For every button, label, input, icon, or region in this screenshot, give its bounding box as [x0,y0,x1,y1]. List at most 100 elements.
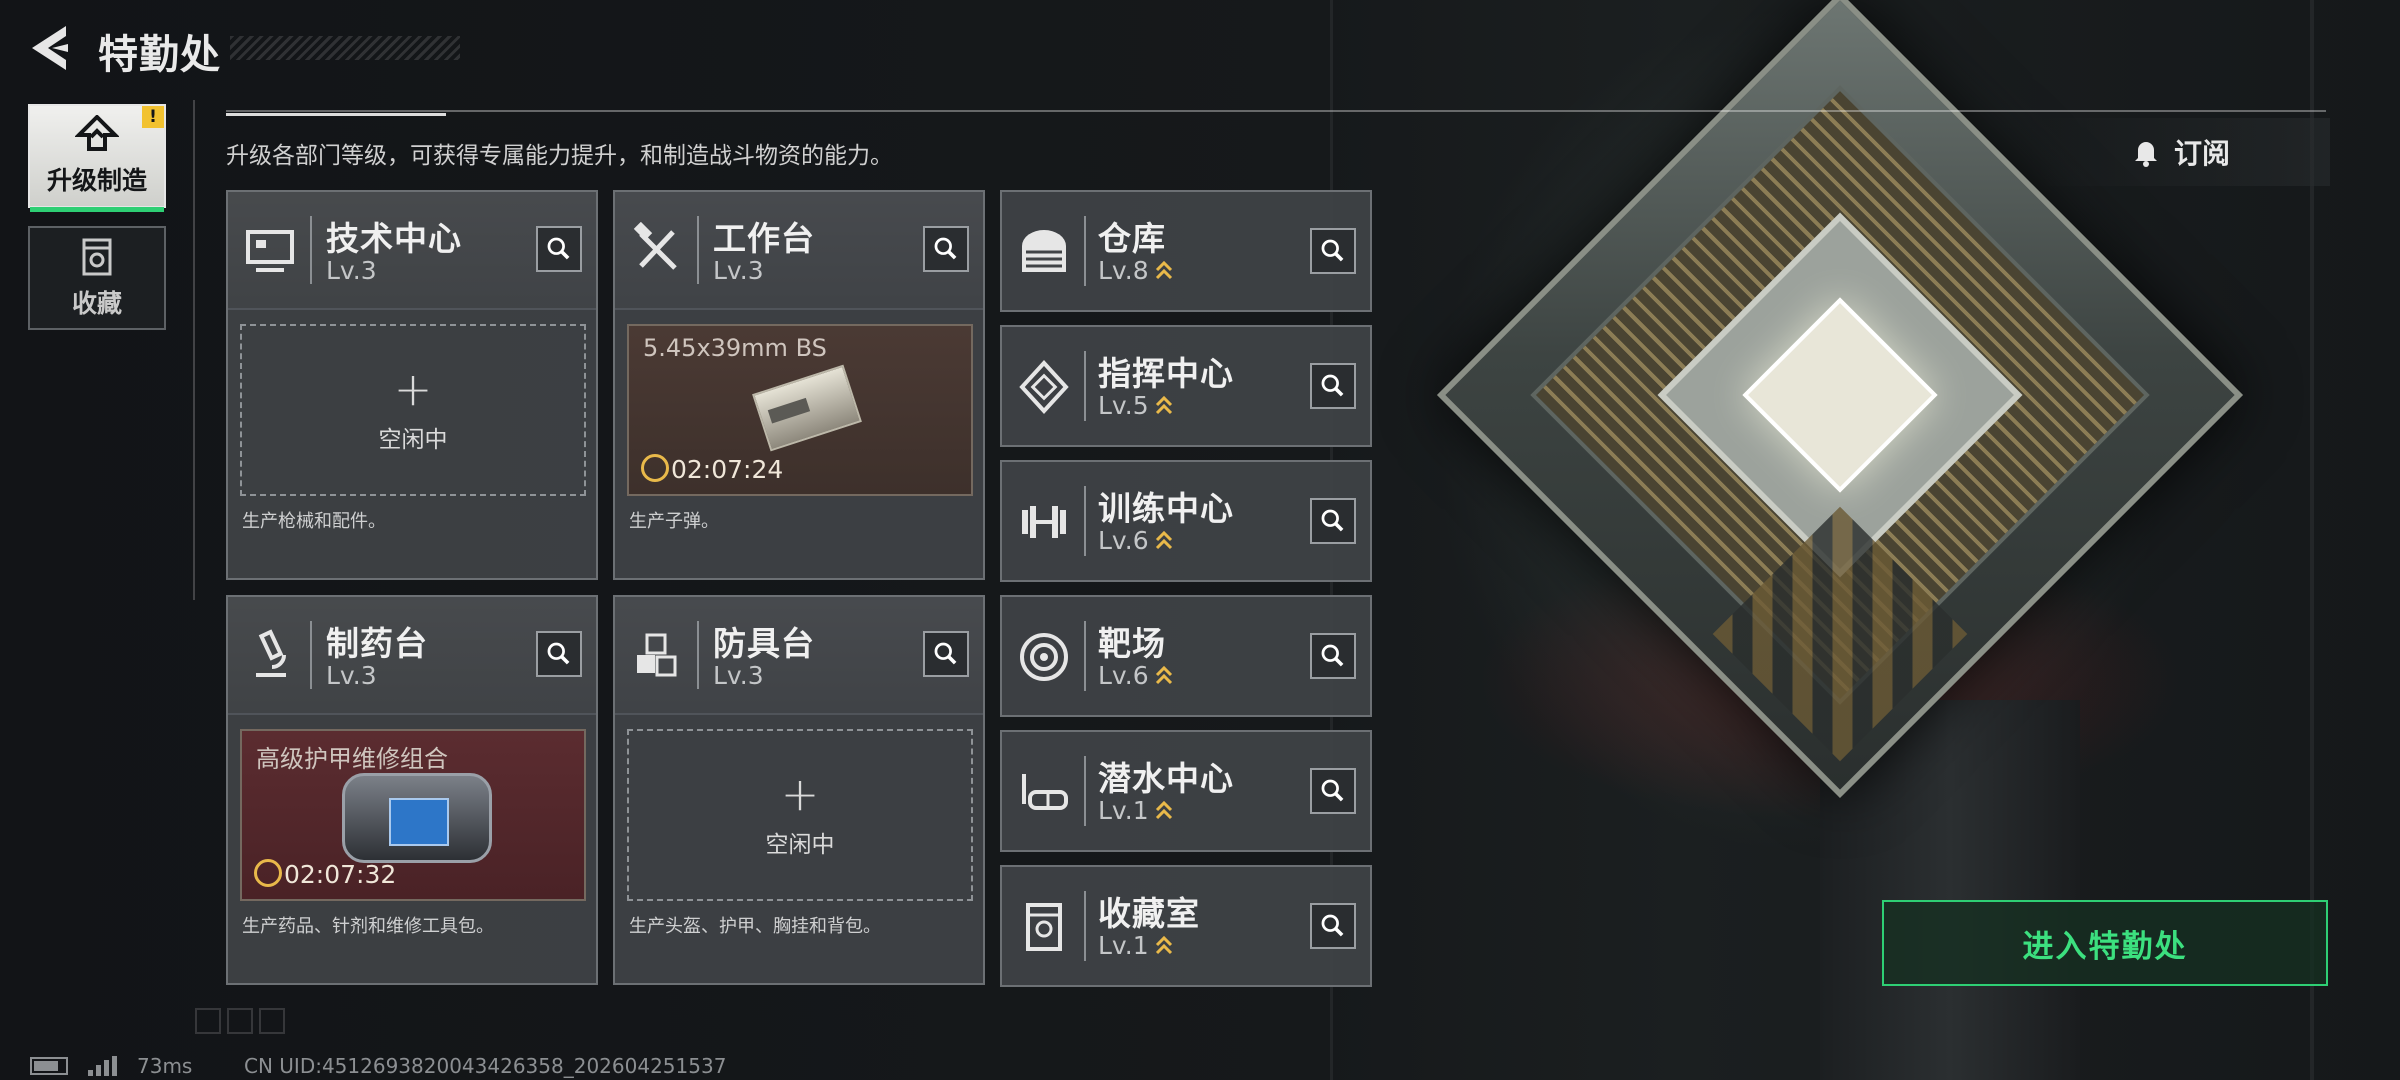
facility-name: 仓库 [1098,219,1166,258]
workstation-card-tech-center[interactable]: 技术中心 Lv.3 + 空闲中 生产枪械和配件。 [226,190,598,580]
search-icon[interactable] [1310,633,1356,679]
facility-card-shooting-range[interactable]: 靶场 Lv.6 [1000,595,1372,717]
production-slot-active[interactable]: 高级护甲维修组合 02:07:32 [240,729,586,901]
tab-label: 收藏 [71,289,122,318]
facility-level: Lv.6 [1098,526,1149,555]
workstation-card-armor-bench[interactable]: 防具台 Lv.3 + 空闲中 生产头盔、护甲、胸挂和背包。 [613,595,985,985]
upgrade-chevron-icon [1155,395,1172,415]
upgrade-chevron-icon [1155,935,1172,955]
facility-name: 靶场 [1098,624,1166,663]
armor-blocks-icon [637,633,677,677]
workstation-name: 工作台 [713,219,815,258]
dumbbell-icon [1022,506,1066,538]
signal-icon [88,1056,117,1076]
facility-card-diving-center[interactable]: 潜水中心 Lv.1 [1000,730,1372,852]
search-icon[interactable] [1310,903,1356,949]
workstation-level: Lv.3 [326,661,377,690]
command-icon [1019,360,1069,414]
workstation-card-pharmacy[interactable]: 制药台 Lv.3 高级护甲维修组合 02:07:32 生产药品、针剂和维修工具包… [226,595,598,985]
page-subtitle: 升级各部门等级，可获得专属能力提升，和制造战斗物资的能力。 [226,143,893,169]
ammo-box-image [752,364,862,452]
target-icon [1020,633,1068,681]
search-icon[interactable] [536,631,582,677]
search-icon[interactable] [1310,498,1356,544]
workstation-description: 生产头盔、护甲、胸挂和背包。 [629,916,881,937]
diving-mask-icon [1022,774,1068,810]
facility-level: Lv.1 [1098,796,1149,825]
upgrade-chevron-icon [1155,800,1172,820]
product-name: 高级护甲维修组合 [256,745,448,773]
facility-level: Lv.8 [1098,256,1149,285]
workstation-description: 生产枪械和配件。 [242,511,386,532]
repair-kit-image [342,773,492,863]
facility-name: 潜水中心 [1098,759,1234,798]
production-timer: 02:07:24 [671,455,784,484]
search-icon[interactable] [923,631,969,677]
subscribe-button[interactable]: 订阅 [2040,118,2330,186]
search-icon[interactable] [1310,768,1356,814]
workstation-name: 制药台 [326,624,428,663]
battery-icon [30,1057,68,1075]
alert-badge: ! [142,106,164,128]
facility-card-collection-room[interactable]: 收藏室 Lv.1 [1000,865,1372,987]
collection-icon [82,238,112,276]
add-icon: + [780,767,820,821]
page-title: 特勤处 [98,32,221,78]
workstation-card-workbench[interactable]: 工作台 Lv.3 5.45x39mm BS 02:07:24 生产子弹。 [613,190,985,580]
enter-special-ops-button[interactable]: 进入特勤处 [1882,900,2328,986]
player-uid: CN UID:4512693820043426358_202604251537 [244,1054,727,1078]
back-arrow-icon[interactable] [28,24,70,72]
workstation-level: Lv.3 [713,661,764,690]
facility-name: 收藏室 [1098,894,1200,933]
upgrade-chevron-icon [1155,260,1172,280]
collection-room-icon [1026,903,1062,951]
tab-label: 升级制造 [46,166,147,195]
decorative-squares [195,1008,285,1034]
ping-value: 73ms [137,1054,193,1078]
add-icon: + [393,362,433,416]
facility-name: 指挥中心 [1098,354,1234,393]
active-tab-indicator [30,207,164,212]
facility-level: Lv.1 [1098,931,1149,960]
subscribe-label: 订阅 [2174,137,2231,170]
slot-status: 空闲中 [378,427,448,453]
upgrade-chevron-icon [1155,665,1172,685]
production-slot-idle[interactable]: + 空闲中 [240,324,586,496]
facility-name: 训练中心 [1098,489,1234,528]
production-timer: 02:07:32 [284,860,397,889]
slot-status: 空闲中 [765,832,835,858]
microscope-icon [256,629,286,677]
hammer-wrench-icon [633,222,677,270]
workstation-description: 生产药品、针剂和维修工具包。 [242,916,494,937]
search-icon[interactable] [1310,228,1356,274]
facility-card-warehouse[interactable]: 仓库 Lv.8 [1000,190,1372,312]
upgrade-chevron-icon [1155,530,1172,550]
workstation-level: Lv.3 [326,256,377,285]
status-bar: 73ms [30,1054,192,1078]
facility-card-training-center[interactable]: 训练中心 Lv.6 [1000,460,1372,582]
workstation-name: 防具台 [713,624,815,663]
bell-icon [2135,142,2157,167]
warehouse-icon [1022,230,1066,272]
tab-upgrade-build[interactable]: 升级制造 ! [28,104,166,212]
monitor-icon [246,230,294,272]
facility-level: Lv.5 [1098,391,1149,420]
search-icon[interactable] [536,226,582,272]
timer-icon [641,454,669,482]
workstation-level: Lv.3 [713,256,764,285]
workstation-description: 生产子弹。 [629,511,719,532]
facility-card-command-center[interactable]: 指挥中心 Lv.5 [1000,325,1372,447]
product-name: 5.45x39mm BS [643,334,827,362]
sidebar-divider [193,100,195,600]
upgrade-build-icon [75,115,119,151]
header-divider-accent [226,113,446,116]
tab-collection[interactable]: 收藏 [28,226,166,330]
header-divider [226,110,2326,112]
timer-icon [254,859,282,887]
search-icon[interactable] [923,226,969,272]
production-slot-idle[interactable]: + 空闲中 [627,729,973,901]
title-decoration [230,36,460,60]
facility-level: Lv.6 [1098,661,1149,690]
production-slot-active[interactable]: 5.45x39mm BS 02:07:24 [627,324,973,496]
search-icon[interactable] [1310,363,1356,409]
